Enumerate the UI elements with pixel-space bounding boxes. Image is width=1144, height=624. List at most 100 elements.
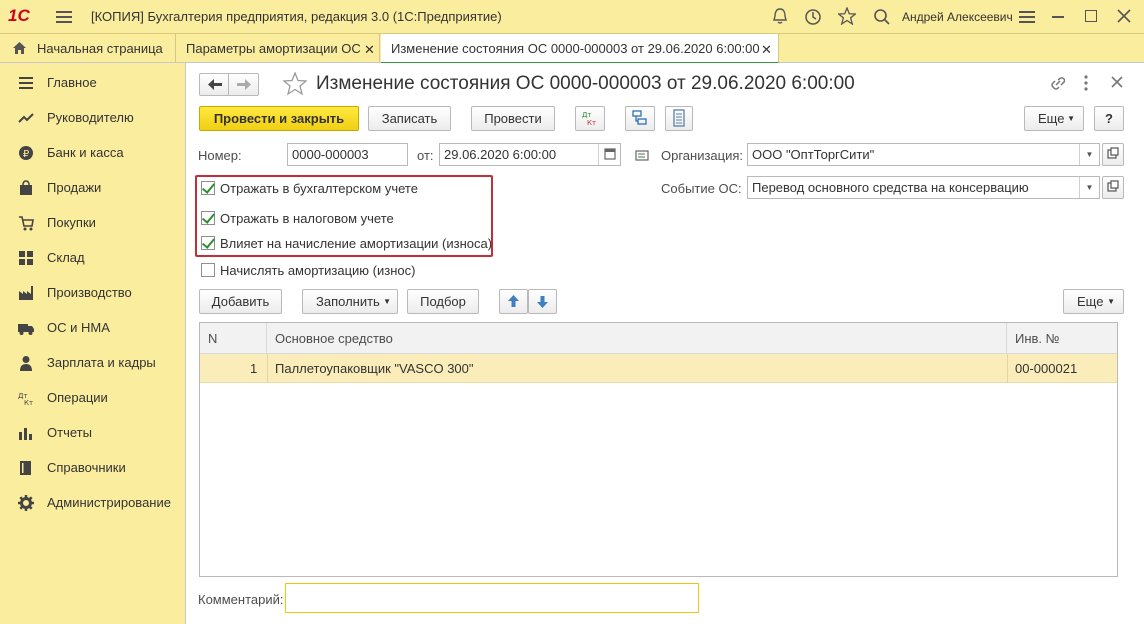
person-icon [18,355,34,371]
sidebar-item-label: Склад [47,250,85,265]
help-button[interactable]: ? [1094,106,1124,131]
dropdown-arrow-icon[interactable]: ▼ [1079,144,1099,165]
checkbox-tax-label[interactable]: Отражать в налоговом учете [220,211,394,226]
sidebar-item-sales[interactable]: Продажи [0,170,185,205]
tab-close-icon[interactable]: ✕ [364,42,375,58]
hamburger-icon[interactable] [56,10,72,24]
assets-table[interactable]: N Основное средство Инв. № 1 Паллетоупак… [199,322,1118,577]
column-header-n[interactable]: N [200,323,267,354]
forward-button[interactable] [229,73,259,96]
list-button[interactable] [665,106,693,131]
comment-label: Комментарий: [198,592,284,607]
checkbox-tax[interactable] [201,211,215,225]
title-bar: 1С [КОПИЯ] Бухгалтерия предприятия, реда… [0,0,1144,34]
sidebar-item-label: Банк и касса [47,145,124,160]
open-organization-button[interactable] [1102,143,1124,166]
arrow-right-icon [237,79,251,90]
dtkt-icon: ДтКт [18,390,34,407]
tab-bar: Начальная страница Параметры амортизации… [0,34,1144,64]
more-label: Еще [1077,294,1104,309]
sidebar-item-manager[interactable]: Руководителю [0,100,185,135]
search-icon[interactable] [873,8,891,29]
table-row[interactable]: 1 Паллетоупаковщик "VASCO 300" 00-000021 [200,354,1117,383]
sidebar-item-fixed-assets[interactable]: ОС и НМА [0,310,185,345]
checkbox-affects-depreciation[interactable] [201,236,215,250]
star-icon[interactable] [836,6,858,28]
sidebar-item-label: Администрирование [47,495,171,510]
column-divider [267,354,268,383]
close-form-icon[interactable] [1111,76,1123,91]
fill-button[interactable]: Заполнить ▼ [302,289,398,314]
column-divider [1007,354,1008,383]
sidebar-item-warehouse[interactable]: Склад [0,240,185,275]
cart-icon [18,180,34,196]
structure-button[interactable] [625,106,655,131]
dropdown-arrow-icon[interactable]: ▼ [1079,177,1099,198]
bell-icon[interactable] [772,8,788,28]
edit-icon[interactable] [635,148,651,165]
sidebar-item-salary[interactable]: Зарплата и кадры [0,345,185,380]
column-header-asset[interactable]: Основное средство [267,323,1007,354]
event-label: Событие ОС: [661,181,742,196]
dropdown-arrow-icon: ▼ [1067,114,1075,123]
back-button[interactable] [199,73,229,96]
move-down-button[interactable] [528,289,557,314]
more-options-icon[interactable] [1083,75,1089,94]
minimize-icon[interactable] [1052,16,1064,18]
sidebar-item-bank[interactable]: ₽ Банк и касса [0,135,185,170]
table-more-button[interactable]: Еще ▼ [1063,289,1124,314]
date-label: от: [417,148,434,163]
tab-depreciation-params[interactable]: Параметры амортизации ОС ✕ [176,34,380,63]
link-icon[interactable] [1049,76,1066,95]
event-value: Перевод основного средства на консерваци… [752,180,1029,195]
organization-value: ООО "ОптТоргСити" [752,147,875,162]
checkbox-accounting[interactable] [201,181,215,195]
tab-label: Параметры амортизации ОС [186,41,361,56]
more-label: Еще [1038,111,1065,126]
add-row-button[interactable]: Добавить [199,289,282,314]
calendar-icon[interactable] [598,144,620,165]
move-up-button[interactable] [499,289,528,314]
tab-home[interactable]: Начальная страница [0,34,176,63]
maximize-icon[interactable] [1085,10,1097,22]
save-button[interactable]: Записать [368,106,451,131]
user-name[interactable]: Андрей Алексеевич [902,10,1013,24]
arrow-up-icon [508,295,519,307]
warehouse-icon [18,250,34,266]
sidebar-item-operations[interactable]: Дт Кт Операции [0,380,185,415]
post-button[interactable]: Провести [471,106,555,131]
event-field[interactable]: Перевод основного средства на консерваци… [747,176,1100,199]
column-header-inv[interactable]: Инв. № [1007,323,1117,354]
history-icon[interactable] [804,8,822,29]
date-field[interactable]: 29.06.2020 6:00:00 [439,143,621,166]
sidebar-item-catalogs[interactable]: Справочники [0,450,185,485]
dtkt-icon: ДтКт [582,111,596,127]
settings-menu-icon[interactable] [1019,10,1035,27]
favorite-star-icon[interactable] [282,71,308,99]
sidebar-item-purchases[interactable]: Покупки [0,205,185,240]
sidebar-item-label: Покупки [47,215,96,230]
checkbox-accrue-depreciation-label[interactable]: Начислять амортизацию (износ) [220,263,415,278]
dtkt-button[interactable]: Дт Кт [575,106,605,131]
sidebar-item-reports[interactable]: Отчеты [0,415,185,450]
checkbox-accounting-label[interactable]: Отражать в бухгалтерском учете [220,181,418,196]
open-event-button[interactable] [1102,176,1124,199]
tab-state-change[interactable]: Изменение состояния ОС 0000-000003 от 29… [381,34,779,64]
select-button[interactable]: Подбор [407,289,479,314]
checkbox-affects-depreciation-label[interactable]: Влияет на начисление амортизации (износа… [220,236,492,251]
sidebar-item-label: Руководителю [47,110,134,125]
organization-field[interactable]: ООО "ОптТоргСити" ▼ [747,143,1100,166]
close-icon[interactable] [1117,9,1131,26]
date-value: 29.06.2020 6:00:00 [444,147,557,162]
number-field[interactable]: 0000-000003 [287,143,408,166]
sidebar-item-production[interactable]: Производство [0,275,185,310]
sidebar-item-admin[interactable]: Администрирование [0,485,185,520]
sidebar-item-main[interactable]: Главное [0,65,185,100]
checkbox-accrue-depreciation[interactable] [201,263,215,277]
shop-icon [18,215,34,231]
tab-close-icon[interactable]: ✕ [761,42,772,58]
post-and-close-button[interactable]: Провести и закрыть [199,106,359,131]
gear-icon [18,495,34,511]
comment-field[interactable] [285,583,699,613]
more-button[interactable]: Еще ▼ [1024,106,1084,131]
